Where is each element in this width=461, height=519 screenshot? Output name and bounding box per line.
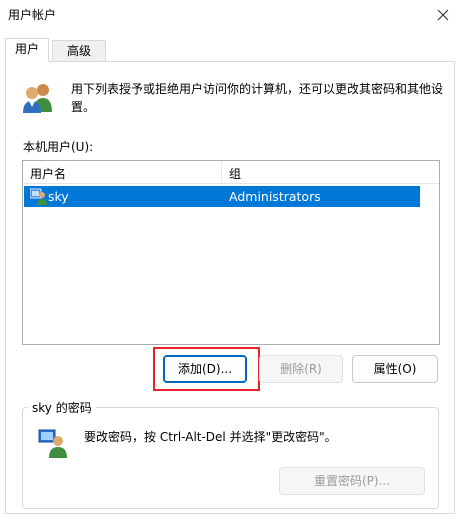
- title-bar: 用户帐户: [0, 0, 461, 30]
- intro-text: 用下列表授予或拒绝用户访问你的计算机，还可以更改其密码和其他设置。: [71, 82, 444, 114]
- properties-button[interactable]: 属性(O): [352, 355, 438, 383]
- list-header: 用户名 组: [23, 161, 439, 184]
- table-row[interactable]: sky Administrators: [24, 186, 420, 207]
- tab-users[interactable]: 用户: [5, 38, 49, 62]
- column-header-group[interactable]: 组: [229, 165, 241, 182]
- close-icon: [437, 9, 449, 21]
- remove-button[interactable]: 删除(R): [259, 355, 343, 383]
- tab-advanced[interactable]: 高级: [52, 40, 106, 62]
- row-username: sky: [48, 189, 69, 204]
- reset-password-button[interactable]: 重置密码(P)...: [279, 467, 425, 495]
- highlight-annotation: [153, 347, 260, 391]
- password-group-title: sky 的密码: [28, 399, 96, 416]
- user-icon: [30, 188, 47, 205]
- user-key-icon: [38, 429, 67, 458]
- column-header-username[interactable]: 用户名: [30, 165, 66, 182]
- window-title: 用户帐户: [8, 8, 57, 22]
- row-group: Administrators: [229, 189, 321, 204]
- users-list[interactable]: 用户名 组 sky Administrators: [22, 160, 440, 345]
- close-button[interactable]: [425, 0, 461, 30]
- column-separator[interactable]: [221, 161, 222, 183]
- password-instructions: 要改密码，按 Ctrl-Alt-Del 并选择"更改密码"。: [84, 430, 337, 444]
- users-list-label: 本机用户(U):: [23, 140, 94, 154]
- users-icon: [23, 84, 52, 113]
